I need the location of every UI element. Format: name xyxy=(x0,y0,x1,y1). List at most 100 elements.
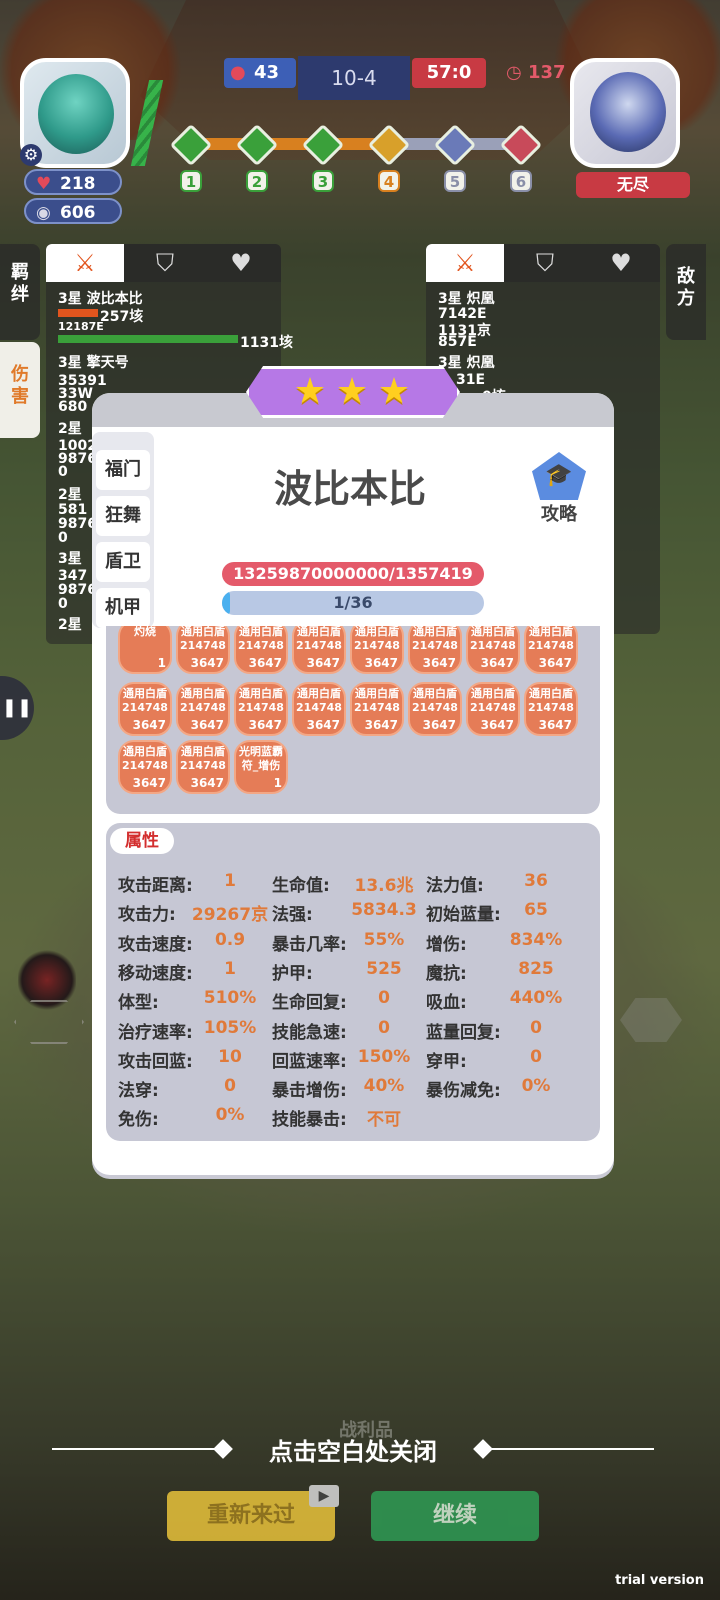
buff-icon[interactable]: 通用白盾 214748 3647 xyxy=(292,626,346,674)
side-tab-damage: 伤害 xyxy=(11,364,29,407)
fist-icon: ● xyxy=(230,62,246,83)
buff-icon[interactable]: 灼烧 1 xyxy=(118,626,172,674)
trait-tab[interactable]: 福门 xyxy=(96,450,150,490)
attribute-value: 440% xyxy=(509,988,563,1009)
buff-count: 3647 xyxy=(248,718,282,732)
buff-icon[interactable]: 通用白盾 214748 3647 xyxy=(176,740,230,794)
right-panel-line: 3星 炽凰 xyxy=(438,355,495,371)
buff-value: 214748 xyxy=(412,701,458,714)
buff-icon[interactable]: 通用白盾 214748 3647 xyxy=(350,626,404,674)
left-panel-line: 3星 波比本比 xyxy=(58,291,143,307)
buff-name: 通用白盾 xyxy=(413,626,457,638)
heart-tab-icon[interactable]: ♥ xyxy=(222,244,260,282)
attribute-label: 生命值: xyxy=(272,876,330,896)
buff-icon[interactable]: 通用白盾 214748 3647 xyxy=(176,682,230,736)
trait-tab[interactable]: 狂舞 xyxy=(96,496,150,536)
stage-node-label: 4 xyxy=(378,170,400,192)
stage-node-label: 5 xyxy=(444,170,466,192)
attribute-value: 525 xyxy=(366,958,402,979)
buff-icon[interactable]: 光明蓝霸符_增伤 1 xyxy=(234,740,288,794)
shield-icon-enemy[interactable]: ⛉ xyxy=(526,244,564,282)
buff-count: 3647 xyxy=(480,718,514,732)
buff-icon[interactable]: 通用白盾 214748 3647 xyxy=(524,626,578,674)
sword-tab[interactable]: ⚔ xyxy=(46,244,124,282)
enemy-avatar[interactable] xyxy=(570,58,680,168)
buff-name: 通用白盾 xyxy=(297,687,341,700)
attribute-label: 法穿: xyxy=(118,1081,159,1102)
buff-icon[interactable]: 通用白盾 214748 3647 xyxy=(292,682,346,736)
timer: ◷ 137 xyxy=(506,62,576,88)
buff-value: 214748 xyxy=(528,701,574,714)
attribute-label: 攻击速度: xyxy=(118,934,193,955)
stage-node-label: 2 xyxy=(246,170,268,192)
buff-count: 3647 xyxy=(132,718,166,732)
continue-button[interactable]: 继续 xyxy=(371,1491,539,1541)
attribute-label: 攻击回蓝: xyxy=(118,1051,193,1072)
star-icon: ★ xyxy=(293,371,327,412)
buff-icon[interactable]: 通用白盾 214748 3647 xyxy=(118,682,172,736)
enemy-portrait xyxy=(590,72,666,152)
buff-count: 3647 xyxy=(364,718,398,732)
buff-icon[interactable]: 通用白盾 214748 3647 xyxy=(408,626,462,674)
attribute-label: 技能急速: xyxy=(272,1022,347,1043)
buff-value: 214748 xyxy=(180,639,226,652)
trait-tab[interactable]: 盾卫 xyxy=(96,542,150,582)
buff-name: 通用白盾 xyxy=(355,626,399,638)
buff-count: 3647 xyxy=(480,656,514,670)
attribute-label: 护甲: xyxy=(272,963,313,984)
heart-icon-enemy[interactable]: ♥ xyxy=(602,244,640,282)
retry-button[interactable]: 重新来过 ▶ xyxy=(167,1485,339,1541)
left-panel-line: 680 xyxy=(58,399,88,415)
left-side-tab-top[interactable]: 羁绊 xyxy=(0,244,40,340)
buff-icon[interactable]: 通用白盾 214748 3647 xyxy=(176,626,230,674)
player-hearts-pill: ♥ 218 xyxy=(24,169,122,195)
buff-icon[interactable]: 通用白盾 214748 3647 xyxy=(350,682,404,736)
buff-icon[interactable]: 通用白盾 214748 3647 xyxy=(118,740,172,794)
sword-tab-enemy[interactable]: ⚔ xyxy=(426,244,504,282)
mana-bar: 1/36 xyxy=(222,591,484,615)
left-panel-line: 3星 擎天号 xyxy=(58,355,129,371)
stage-node-label: 3 xyxy=(312,170,334,192)
left-panel-line: 12187E xyxy=(58,320,104,333)
timer-value: 137 xyxy=(528,62,566,83)
hp-bar: 13259870000000/1357419 xyxy=(222,562,484,586)
attribute-value: 36 xyxy=(524,871,548,891)
right-panel-line: 31E xyxy=(456,372,486,388)
left-bar-green xyxy=(58,335,238,343)
buff-count: 3647 xyxy=(132,776,166,790)
gear-icon[interactable]: ⚙ xyxy=(20,144,42,166)
left-panel-line: 0 xyxy=(58,530,68,546)
buff-name: 通用白盾 xyxy=(471,687,515,700)
attribute-value: 1 xyxy=(224,871,236,891)
attribute-value: 10 xyxy=(218,1046,242,1067)
buff-name: 通用白盾 xyxy=(181,626,225,638)
trait-tab[interactable]: 机甲 xyxy=(96,588,150,628)
attribute-value: 不可 xyxy=(367,1110,401,1131)
attribute-label: 吸血: xyxy=(426,993,467,1014)
attribute-value: 0 xyxy=(224,1076,236,1097)
buff-icon[interactable]: 通用白盾 214748 3647 xyxy=(524,682,578,736)
player-portrait xyxy=(38,74,114,154)
right-side-tab[interactable]: 敌方 xyxy=(666,244,706,340)
player-hearts-value: 218 xyxy=(60,174,96,194)
attribute-label: 生命回复: xyxy=(272,993,347,1014)
guide-button[interactable]: 🎓 攻略 xyxy=(526,452,592,525)
buff-icon[interactable]: 通用白盾 214748 3647 xyxy=(466,682,520,736)
attribute-value: 65 xyxy=(524,900,548,921)
buff-name: 通用白盾 xyxy=(239,626,283,638)
attribute-value: 510% xyxy=(203,988,257,1009)
buff-icon[interactable]: 通用白盾 214748 3647 xyxy=(234,626,288,674)
buff-icon[interactable]: 通用白盾 214748 3647 xyxy=(408,682,462,736)
side-tab-enemy: 敌方 xyxy=(677,266,695,309)
shield-icon[interactable]: ⛉ xyxy=(146,244,184,282)
left-panel-line: 0 xyxy=(58,596,68,612)
left-side-tab-bottom[interactable]: 伤害 xyxy=(0,342,40,438)
attribute-label: 攻击力: xyxy=(118,905,176,926)
buff-icon[interactable]: 通用白盾 214748 3647 xyxy=(466,626,520,674)
left-panel-line: 2星 xyxy=(58,421,82,437)
video-ad-icon: ▶ xyxy=(309,1485,339,1507)
buff-name: 通用白盾 xyxy=(181,687,225,700)
buff-value: 214748 xyxy=(354,639,400,652)
right-panel-line: 3星 炽凰 xyxy=(438,291,495,307)
buff-icon[interactable]: 通用白盾 214748 3647 xyxy=(234,682,288,736)
